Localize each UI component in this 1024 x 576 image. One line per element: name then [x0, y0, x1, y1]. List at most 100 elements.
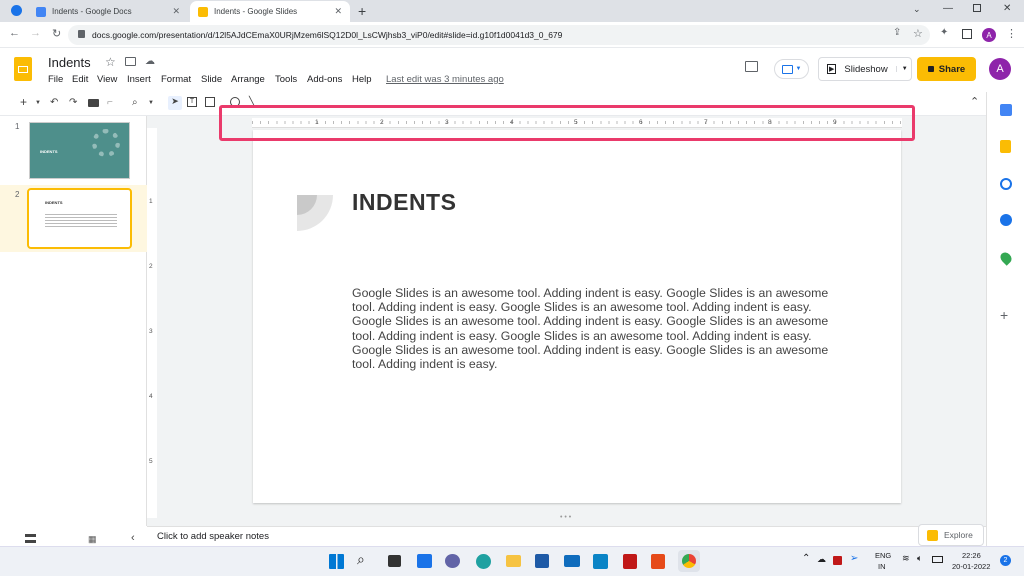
keep-icon[interactable] — [1000, 140, 1011, 153]
redo-icon[interactable]: ↷ — [69, 97, 77, 108]
maximize-window-icon[interactable] — [973, 4, 981, 12]
last-edit-link[interactable]: Last edit was 3 minutes ago — [386, 74, 504, 85]
slide-thumbnail-2[interactable]: INDENTS — [27, 188, 132, 249]
vertical-ruler[interactable]: 1 2 3 4 5 — [147, 128, 157, 518]
menu-view[interactable]: View — [97, 74, 117, 85]
account-avatar[interactable]: A — [989, 58, 1011, 80]
tray-mcafee-icon[interactable] — [833, 556, 842, 565]
menu-file[interactable]: File — [48, 74, 63, 85]
filmstrip-view-icon[interactable]: ▦ — [88, 534, 97, 545]
reload-icon[interactable]: ↻ — [52, 27, 61, 40]
side-panel: + — [986, 92, 1024, 546]
browser-avatar[interactable]: A — [982, 28, 996, 42]
share-button[interactable]: Share — [917, 57, 976, 81]
side-panel-icon[interactable] — [962, 29, 972, 39]
docs-favicon-icon — [36, 6, 46, 17]
clock-time[interactable]: 22:26 — [962, 551, 981, 560]
file-explorer-icon[interactable] — [506, 555, 521, 567]
image-icon[interactable] — [205, 97, 215, 107]
calendar-icon[interactable] — [1000, 104, 1012, 116]
forward-arrow-icon[interactable]: → — [30, 27, 41, 39]
slide-thumbnail-1[interactable]: INDENTS — [29, 122, 130, 179]
address-bar[interactable]: docs.google.com/presentation/d/12l5AJdCE… — [68, 25, 930, 45]
thumbnail-text-lines — [45, 214, 117, 229]
comments-icon[interactable] — [745, 61, 758, 72]
browser-profile-icon[interactable] — [11, 5, 22, 16]
notes-resize-handle[interactable]: • • • — [560, 514, 571, 521]
cloud-status-icon[interactable]: ☁ — [145, 56, 155, 67]
ruler-label: 4 — [149, 393, 153, 400]
select-cursor-icon[interactable]: ➤ — [168, 96, 182, 110]
wifi-icon[interactable]: ≋ — [902, 553, 910, 564]
tab-search-chevron-icon[interactable]: ⌄ — [913, 4, 921, 15]
tray-chevron-icon[interactable]: ⌃ — [802, 553, 810, 564]
slideshow-button[interactable]: ▶ Slideshow ▼ — [818, 57, 912, 81]
menu-addons[interactable]: Add-ons — [307, 74, 342, 85]
notification-badge[interactable]: 2 — [1000, 555, 1011, 566]
present-options-button[interactable]: ▼ — [774, 59, 809, 79]
menu-insert[interactable]: Insert — [127, 74, 151, 85]
slide-title[interactable]: INDENTS — [352, 189, 456, 216]
move-folder-icon[interactable] — [125, 57, 136, 66]
new-tab-button[interactable]: + — [358, 3, 366, 19]
menu-help[interactable]: Help — [352, 74, 372, 85]
teams-chat-icon[interactable] — [445, 554, 460, 568]
menu-arrange[interactable]: Arrange — [231, 74, 265, 85]
slideshow-dropdown-icon[interactable]: ▼ — [895, 66, 908, 72]
paint-format-icon[interactable]: ⌐ — [107, 97, 113, 108]
clock-date[interactable]: 20-01-2022 — [952, 562, 990, 571]
collapse-filmstrip-icon[interactable]: ‹ — [131, 532, 135, 544]
office-icon[interactable] — [651, 554, 665, 569]
language-indicator[interactable]: ENG — [875, 551, 891, 560]
explore-button[interactable]: Explore — [918, 524, 984, 546]
tasks-icon[interactable] — [1000, 178, 1012, 190]
windows-start-icon[interactable] — [329, 554, 344, 569]
back-arrow-icon[interactable]: ← — [9, 27, 20, 39]
task-view-icon[interactable] — [388, 555, 401, 567]
minimize-window-icon[interactable]: — — [943, 3, 953, 14]
widgets-icon[interactable] — [417, 554, 432, 568]
volume-icon[interactable]: 🔈︎ — [917, 553, 922, 564]
share-page-icon[interactable]: ⇪ — [893, 27, 901, 38]
get-addons-plus-icon[interactable]: + — [1000, 307, 1008, 323]
bookmark-star-icon[interactable]: ☆ — [913, 27, 923, 40]
browser-tab-docs[interactable]: Indents - Google Docs ✕ — [28, 1, 188, 22]
mail-icon[interactable] — [564, 555, 580, 567]
close-window-icon[interactable]: ✕ — [1003, 3, 1011, 14]
tray-send-icon[interactable]: ➢ — [850, 553, 858, 564]
menu-tools[interactable]: Tools — [275, 74, 297, 85]
new-slide-plus-icon[interactable]: + — [20, 95, 27, 109]
app-l-icon[interactable] — [593, 554, 608, 569]
undo-icon[interactable]: ↶ — [50, 97, 58, 108]
print-icon[interactable] — [88, 99, 99, 107]
quarter-circle-decor — [297, 195, 333, 231]
region-indicator[interactable]: IN — [878, 562, 886, 571]
slide-body-text[interactable]: Google Slides is an awesome tool. Adding… — [352, 286, 842, 371]
zoom-icon[interactable]: ⌕ — [132, 97, 138, 108]
edge-icon[interactable] — [476, 554, 491, 569]
text-box-icon[interactable]: T — [187, 97, 197, 107]
tray-cloud-icon[interactable]: ☁ — [817, 554, 826, 565]
battery-icon[interactable] — [932, 556, 943, 563]
browser-tab-slides[interactable]: Indents - Google Slides ✕ — [190, 1, 350, 22]
contacts-icon[interactable] — [1000, 214, 1012, 226]
collapse-toolbar-icon[interactable]: ⌃ — [970, 95, 979, 108]
taskbar-search-icon[interactable]: ⌕ — [357, 551, 365, 568]
close-tab-icon[interactable]: ✕ — [334, 6, 342, 17]
close-tab-icon[interactable]: ✕ — [172, 6, 180, 17]
store-icon[interactable] — [535, 554, 549, 568]
new-slide-dropdown-icon[interactable]: ▼ — [35, 100, 41, 106]
extensions-puzzle-icon[interactable]: ✦ — [940, 27, 948, 38]
document-title[interactable]: Indents — [48, 55, 91, 70]
ruler-label: 1 — [149, 198, 153, 205]
menu-slide[interactable]: Slide — [201, 74, 222, 85]
star-icon[interactable]: ☆ — [105, 55, 116, 69]
speaker-notes[interactable]: Click to add speaker notes — [147, 526, 986, 546]
maps-icon[interactable] — [998, 250, 1014, 266]
mcafee-icon[interactable] — [623, 554, 637, 569]
zoom-dropdown-icon[interactable]: ▼ — [148, 100, 154, 106]
menu-edit[interactable]: Edit — [72, 74, 88, 85]
grid-view-icon[interactable] — [25, 534, 36, 543]
menu-format[interactable]: Format — [161, 74, 191, 85]
browser-menu-icon[interactable]: ⋮ — [1006, 27, 1017, 40]
